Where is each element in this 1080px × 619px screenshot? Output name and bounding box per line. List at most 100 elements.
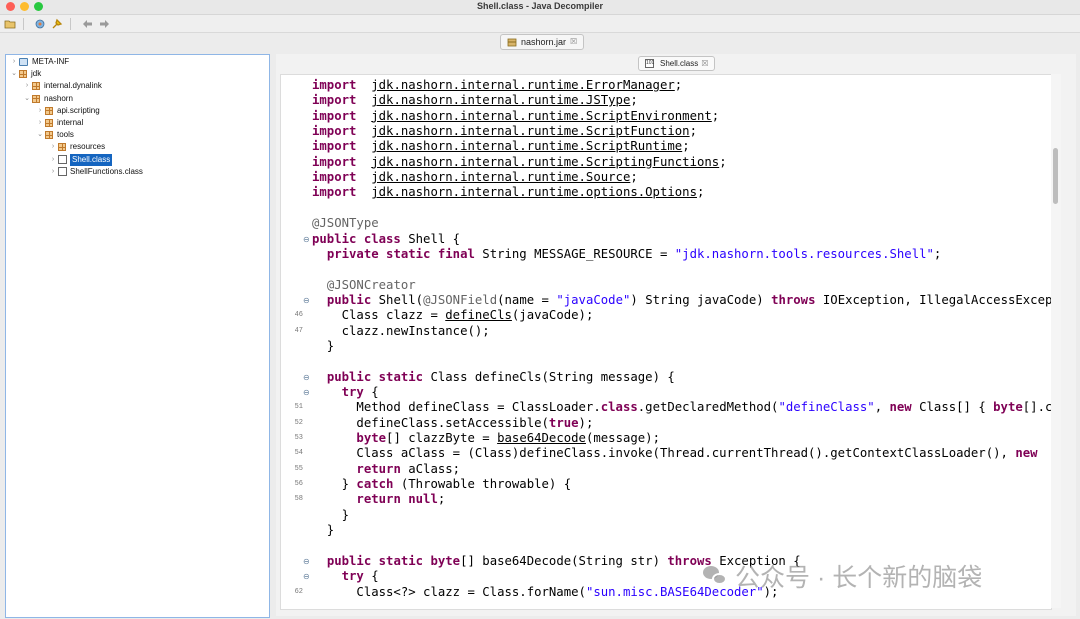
package-icon bbox=[45, 106, 53, 115]
fold-toggle-icon[interactable]: ⊖ bbox=[303, 569, 310, 584]
tab-nashorn-jar[interactable]: nashorn.jar ☒ bbox=[500, 34, 585, 50]
code-token: Shell { bbox=[400, 231, 461, 246]
code-line: } bbox=[281, 339, 1051, 354]
expand-toggle-icon[interactable]: › bbox=[48, 166, 58, 178]
fold-toggle-icon[interactable]: ⊖ bbox=[303, 554, 310, 569]
tree-node[interactable]: › Shell.class bbox=[48, 153, 113, 166]
reference-link[interactable]: jdk.nashorn.internal.runtime.JSType bbox=[371, 93, 630, 107]
tree-node-label: resources bbox=[70, 142, 106, 152]
source-text: @JSONCreator bbox=[312, 278, 416, 293]
code-token: } bbox=[312, 523, 335, 538]
keyword-token: import bbox=[312, 93, 357, 108]
source-text: import jdk.nashorn.internal.runtime.opti… bbox=[312, 185, 704, 200]
code-token: ; bbox=[933, 246, 942, 261]
close-tab-icon[interactable]: ☒ bbox=[701, 57, 708, 70]
collapse-toggle-icon[interactable]: ⌄ bbox=[35, 129, 45, 141]
editor-pane: 101 Shell.class ☒ import jdk.nashorn.int… bbox=[276, 54, 1076, 616]
tree-node-label: ShellFunctions.class bbox=[70, 166, 143, 176]
code-token: } bbox=[312, 338, 335, 353]
code-line: 52 defineClass.setAccessible(true); bbox=[281, 416, 1051, 431]
tree-node-label: Shell.class bbox=[70, 153, 113, 166]
source-text: } catch (Throwable throwable) { bbox=[312, 477, 572, 492]
reference-link[interactable]: jdk.nashorn.internal.runtime.ErrorManage… bbox=[371, 78, 675, 92]
watermark: 公众号 · 长个新的脑袋 bbox=[703, 558, 982, 594]
source-code-view[interactable]: import jdk.nashorn.internal.runtime.Erro… bbox=[280, 74, 1052, 610]
tree-node[interactable]: ⌄ tools bbox=[35, 129, 74, 141]
reference-link[interactable]: defineCls bbox=[445, 308, 512, 322]
code-token: ; bbox=[689, 124, 697, 139]
expand-toggle-icon[interactable]: › bbox=[22, 80, 32, 92]
collapse-toggle-icon[interactable]: ⌄ bbox=[9, 68, 19, 80]
tree-node[interactable]: › internal.dynalink bbox=[22, 80, 102, 92]
tree-node[interactable]: › ShellFunctions.class bbox=[48, 166, 143, 178]
vertical-scrollbar-thumb[interactable] bbox=[1053, 148, 1058, 204]
code-token: Class clazz = bbox=[312, 308, 446, 323]
keyword-token: new bbox=[1015, 446, 1038, 461]
tab-shell-class[interactable]: 101 Shell.class ☒ bbox=[638, 56, 716, 71]
tree-node[interactable]: ⌄ jdk bbox=[9, 68, 41, 80]
code-token: ; bbox=[674, 78, 683, 92]
source-text: } bbox=[312, 508, 349, 523]
reference-link[interactable]: jdk.nashorn.internal.runtime.Source bbox=[371, 170, 630, 184]
reference-link[interactable]: jdk.nashorn.internal.runtime.ScriptEnvir… bbox=[371, 109, 712, 123]
source-text: import jdk.nashorn.internal.runtime.Scri… bbox=[312, 124, 697, 139]
expand-toggle-icon[interactable]: › bbox=[48, 154, 58, 166]
open-files-tab-bar: nashorn.jar ☒ bbox=[0, 33, 1080, 51]
tree-node[interactable]: › internal bbox=[35, 117, 83, 129]
forward-arrow-icon[interactable] bbox=[97, 17, 111, 31]
code-token: } bbox=[312, 477, 357, 492]
source-text: public class Shell { bbox=[312, 232, 460, 247]
fold-toggle-icon[interactable]: ⊖ bbox=[303, 232, 310, 247]
fold-toggle-icon[interactable]: ⊖ bbox=[303, 293, 310, 308]
tree-node[interactable]: › resources bbox=[48, 141, 105, 153]
line-number: 56 bbox=[294, 480, 303, 489]
expand-toggle-icon[interactable]: › bbox=[35, 105, 45, 117]
reference-link[interactable]: jdk.nashorn.internal.runtime.ScriptFunct… bbox=[371, 124, 689, 138]
tree-node[interactable]: › api.scripting bbox=[35, 105, 100, 117]
expand-toggle-icon[interactable]: › bbox=[35, 117, 45, 129]
class-file-icon bbox=[58, 155, 67, 165]
fold-toggle-icon[interactable]: ⊖ bbox=[303, 385, 310, 400]
keyword-token: import bbox=[312, 108, 357, 123]
package-tree[interactable]: › META-INF ⌄ jdk › internal.dynalink ⌄ nashorn ›… bbox=[5, 54, 270, 618]
tree-node[interactable]: › META-INF bbox=[9, 56, 69, 68]
code-token: ; bbox=[630, 93, 638, 108]
reference-link[interactable]: jdk.nashorn.internal.runtime.ScriptRunti… bbox=[371, 139, 682, 153]
code-token: ; bbox=[437, 492, 446, 507]
keyword-token: true bbox=[548, 415, 579, 430]
close-tab-icon[interactable]: ☒ bbox=[570, 35, 577, 49]
collapse-toggle-icon[interactable]: ⌄ bbox=[22, 93, 32, 105]
package-icon bbox=[58, 143, 66, 152]
code-token: { bbox=[363, 569, 379, 584]
line-number: 47 bbox=[294, 326, 303, 335]
reference-link[interactable]: jdk.nashorn.internal.runtime.ScriptingFu… bbox=[371, 155, 719, 169]
reference-link[interactable]: jdk.nashorn.internal.runtime.options.Opt… bbox=[371, 185, 697, 199]
vertical-scrollbar-track[interactable] bbox=[1051, 74, 1061, 608]
jar-file-icon bbox=[507, 38, 517, 46]
source-text: @JSONType bbox=[312, 216, 379, 231]
tree-node[interactable]: ⌄ nashorn bbox=[22, 93, 73, 105]
reference-link[interactable]: base64Decode bbox=[497, 431, 586, 445]
keyword-token: public static bbox=[326, 369, 424, 384]
code-line: ⊖ public class Shell { bbox=[281, 232, 1051, 247]
code-line: } bbox=[281, 508, 1051, 523]
keyword-token: public class bbox=[312, 231, 401, 246]
package-icon bbox=[32, 94, 40, 103]
open-type-icon[interactable] bbox=[33, 17, 47, 31]
expand-toggle-icon[interactable]: › bbox=[48, 141, 58, 153]
search-icon[interactable] bbox=[50, 17, 64, 31]
fold-toggle-icon[interactable]: ⊖ bbox=[303, 370, 310, 385]
open-file-icon[interactable] bbox=[3, 17, 17, 31]
expand-toggle-icon[interactable]: › bbox=[9, 56, 19, 68]
back-arrow-icon[interactable] bbox=[80, 17, 94, 31]
toolbar-divider bbox=[70, 17, 71, 30]
code-line: import jdk.nashorn.internal.runtime.Scri… bbox=[281, 109, 1051, 124]
line-number: 51 bbox=[294, 403, 303, 412]
